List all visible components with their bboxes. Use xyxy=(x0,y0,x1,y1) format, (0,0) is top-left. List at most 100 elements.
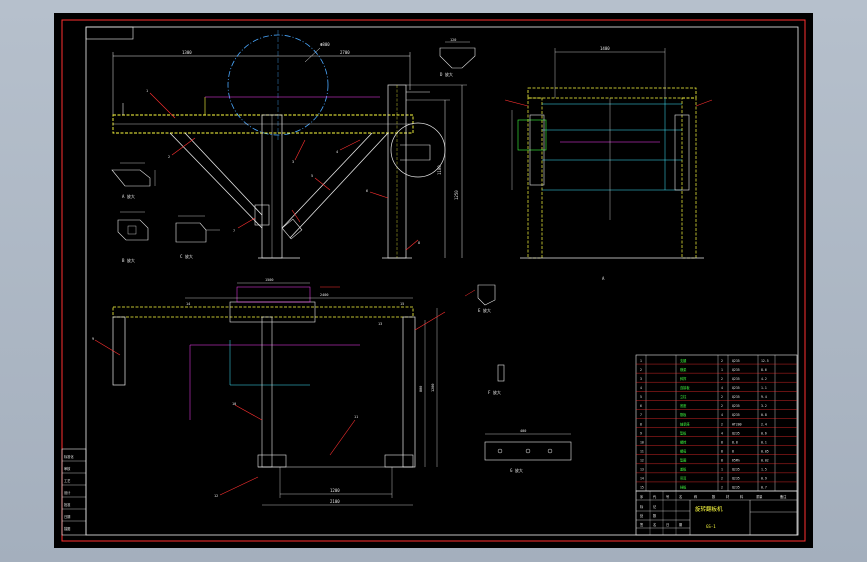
parts-cell-name: 挡板 xyxy=(680,485,687,490)
dim-top-span-1: 1300 xyxy=(182,50,192,55)
detail-views-middle: E 放大 F 放大 400 G 放大 xyxy=(464,284,572,473)
parts-cell-qty: 1 xyxy=(721,368,723,372)
parts-cell-no: 7 xyxy=(640,413,642,417)
parts-cell-qty: 8 xyxy=(721,449,723,453)
corner-box xyxy=(85,26,134,40)
balloon-3: 3 xyxy=(292,160,294,164)
balloon-2: 2 xyxy=(168,155,170,159)
parts-cell-no: 8 xyxy=(640,422,642,426)
parts-cell-weight: 3.2 xyxy=(761,404,767,408)
plan-view: 1200 2100 1500 2400 800 1200 9 10 11 12 … xyxy=(92,278,446,506)
parts-cell-material: Q235 xyxy=(732,477,740,481)
parts-cell-no: 6 xyxy=(640,404,642,408)
title-header-cell: 数 xyxy=(712,494,716,499)
parts-cell-weight: 1.5 xyxy=(761,468,767,472)
parts-cell-material: Q235 xyxy=(732,468,740,472)
label-view-g: G 放大 xyxy=(510,467,523,473)
dim-side-w: 1400 xyxy=(600,46,610,51)
balloon-14: 14 xyxy=(186,302,190,306)
drawing-name: 旋转翻板机 xyxy=(695,505,723,513)
parts-cell-no: 4 xyxy=(640,386,642,390)
title-header-cell: 序 xyxy=(640,494,644,499)
parts-cell-weight: 12.5 xyxy=(761,359,769,363)
parts-cell-no: 3 xyxy=(640,377,642,381)
parts-cell-no: 1 xyxy=(640,359,642,363)
parts-cell-qty: 4 xyxy=(721,386,723,390)
balloon-8: 8 xyxy=(418,241,420,245)
dim-detail-w: 120 xyxy=(450,38,456,42)
balloon-9: 9 xyxy=(92,337,94,341)
dim-bottom-2: 2100 xyxy=(330,499,340,504)
dim-plan-2: 2400 xyxy=(320,293,328,297)
stamp-3: 处 xyxy=(640,513,644,518)
parts-cell-material: Q235 xyxy=(732,395,740,399)
parts-cell-name: 垫板 xyxy=(680,430,687,435)
parts-cell-no: 5 xyxy=(640,395,642,399)
parts-cell-qty: 2 xyxy=(721,486,723,490)
title-header-cell: 号 xyxy=(666,494,669,499)
left-table-label-4: 设计 xyxy=(64,490,71,495)
title-header-cell: 代 xyxy=(653,494,657,499)
left-table-label-6: 日期 xyxy=(64,514,70,519)
parts-cell-no: 2 xyxy=(640,368,642,372)
parts-cell-weight: 8.6 xyxy=(761,368,767,372)
balloon-11: 11 xyxy=(354,415,358,419)
parts-cell-weight: 9.4 xyxy=(761,395,767,399)
balloon-13: 13 xyxy=(378,322,382,326)
parts-cell-qty: 8 xyxy=(721,459,723,463)
inner-border xyxy=(85,26,799,536)
title-header-cell: 重量 xyxy=(756,494,763,499)
parts-cell-weight: 0.8 xyxy=(761,413,767,417)
parts-cell-qty: 2 xyxy=(721,359,723,363)
stamp-7: 日 xyxy=(666,523,669,527)
parts-cell-material: Q235 xyxy=(732,413,740,417)
parts-cell-name: 立柱 xyxy=(680,394,687,399)
title-header-cell: 料 xyxy=(740,494,744,499)
parts-cell-name: 连接板 xyxy=(680,385,690,390)
dim-plate-w: 400 xyxy=(520,429,526,433)
parts-cell-material: Q235 xyxy=(732,359,740,363)
balloon-10: 10 xyxy=(232,402,236,406)
parts-cell-name: 斜撑 xyxy=(680,376,687,381)
parts-cell-qty: 8 xyxy=(721,440,723,444)
balloon-5: 5 xyxy=(311,174,313,178)
stamp-2: 记 xyxy=(653,504,657,509)
parts-cell-name: 横梁 xyxy=(680,367,687,372)
parts-cell-name: 支腿 xyxy=(680,358,687,363)
parts-cell-name: 吊耳 xyxy=(680,477,687,481)
label-view-d: D 放大 xyxy=(440,71,453,77)
title-block: 旋转翻板机 GS-1 标 记 处 数 签 名 日 期 序代号名称数材料重量 备注 xyxy=(635,490,798,536)
parts-cell-material: Q235 xyxy=(732,486,740,490)
stamp-5: 签 xyxy=(640,522,644,527)
title-header-cell: 称 xyxy=(694,494,698,499)
parts-cell-qty: 4 xyxy=(721,431,723,435)
balloon-7: 7 xyxy=(233,229,235,233)
stamp-4: 数 xyxy=(653,513,657,518)
parts-cell-name: 螺栓 xyxy=(680,439,687,444)
stamp-6: 名 xyxy=(653,522,656,527)
parts-cell-weight: 1.1 xyxy=(761,386,767,390)
dim-plan-1: 1500 xyxy=(265,278,273,282)
parts-cell-weight: 0.1 xyxy=(761,440,767,444)
balloon-1: 1 xyxy=(146,89,148,93)
parts-cell-material: 8.8 xyxy=(732,440,738,444)
parts-cell-weight: 0.9 xyxy=(761,477,767,481)
balloon-15: 15 xyxy=(400,302,404,306)
left-table-label-5: 批准 xyxy=(64,502,71,507)
label-view-e: E 放大 xyxy=(478,307,491,313)
dim-bottom-1: 1200 xyxy=(330,488,340,493)
parts-cell-no: 12 xyxy=(640,459,644,463)
label-view-b: B 放大 xyxy=(122,257,135,263)
engineering-drawing: 1300 2700 Φ800 1250 1100 1 2 3 4 5 6 7 8… xyxy=(61,19,806,542)
parts-cell-material: 8 xyxy=(732,449,734,453)
dim-height-1: 1250 xyxy=(454,190,459,200)
parts-cell-name: 垫圈 xyxy=(680,458,686,463)
parts-cell-material: Q235 xyxy=(732,431,740,435)
parts-cell-qty: 2 xyxy=(721,477,723,481)
parts-cell-name: 螺母 xyxy=(680,448,686,453)
parts-cell-weight: 0.02 xyxy=(761,459,769,463)
parts-cell-no: 11 xyxy=(640,449,644,453)
left-table-label-7: 描图 xyxy=(64,526,70,531)
dim-circle: Φ800 xyxy=(320,42,330,47)
dim-plan-h-1: 800 xyxy=(419,386,423,392)
